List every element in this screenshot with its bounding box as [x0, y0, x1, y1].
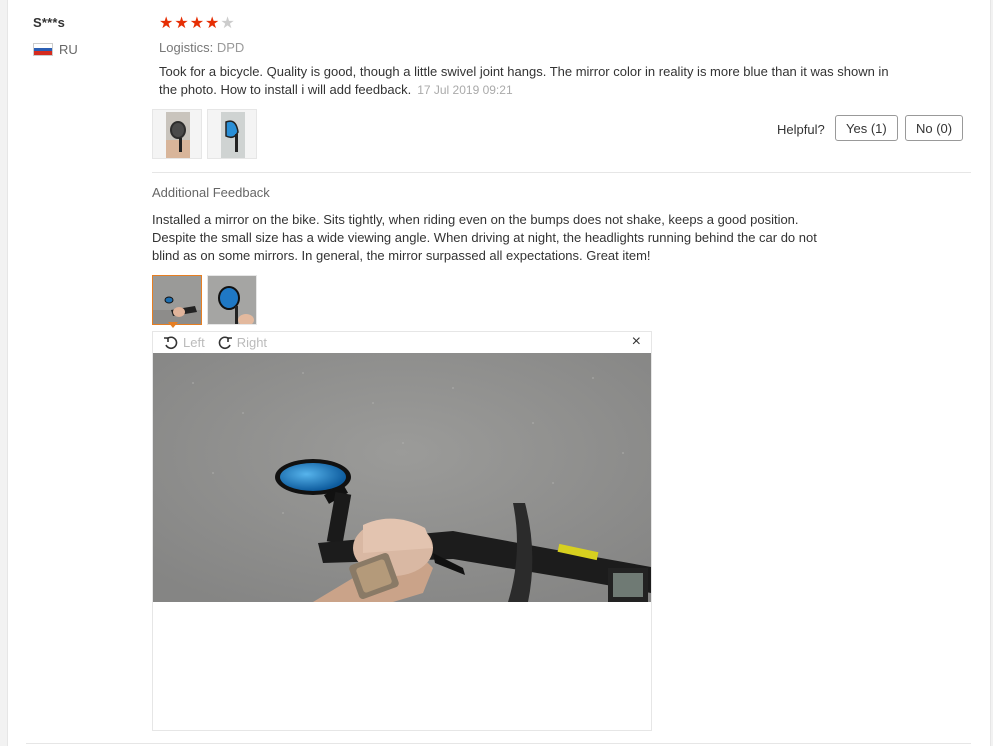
additional-feedback-title: Additional Feedback [152, 185, 270, 200]
star-icon: ★ [205, 15, 220, 32]
rotate-left-icon [164, 336, 178, 349]
rotate-right-label: Right [236, 335, 268, 350]
reviewer-country: RU [33, 42, 78, 57]
review-bottom-divider [26, 743, 971, 744]
close-viewer-button[interactable]: × [632, 334, 641, 350]
divider [152, 172, 971, 173]
review-photo-thumb-2[interactable] [207, 109, 257, 159]
rotate-left-button[interactable]: Left [163, 335, 205, 351]
helpful-label: Helpful? [777, 122, 825, 137]
review-body: Took for a bicycle. Quality is good, tho… [159, 64, 889, 97]
logistics-info: Logistics: DPD [159, 40, 244, 55]
rotate-left-label: Left [183, 335, 205, 350]
review-text: Took for a bicycle. Quality is good, tho… [159, 63, 889, 99]
star-icon: ★ [189, 15, 205, 32]
star-icon: ★ [174, 15, 189, 32]
selected-thumb-caret [168, 322, 178, 328]
review-date: 17 Jul 2019 09:21 [417, 83, 513, 97]
star-rating: ★ ★ ★ ★ ★ [159, 15, 235, 33]
russia-flag-icon [33, 43, 53, 56]
viewer-toolbar: Left Right × [153, 332, 651, 353]
feedback-photo-thumb-1[interactable] [152, 275, 202, 325]
star-empty-icon: ★ [220, 15, 235, 32]
feedback-photo-thumb-2[interactable] [207, 275, 257, 325]
image-viewer: Left Right × [152, 331, 652, 731]
review-photo-thumb-1[interactable] [152, 109, 202, 159]
additional-feedback-text: Installed a mirror on the bike. Sits tig… [152, 212, 817, 263]
helpful-yes-button[interactable]: Yes (1) [835, 115, 898, 141]
rotate-right-icon [218, 336, 232, 349]
rotate-right-button[interactable]: Right [217, 335, 267, 351]
star-icon: ★ [159, 15, 174, 32]
logistics-value: DPD [216, 40, 245, 55]
logistics-label: Logistics: [159, 40, 214, 55]
country-code: RU [59, 42, 78, 57]
viewer-photo [153, 353, 651, 602]
review-card: S***s RU ★ ★ ★ ★ ★ Logistics: DPD Took f… [7, 0, 991, 746]
helpful-no-button[interactable]: No (0) [905, 115, 964, 141]
reviewer-name: S***s [33, 15, 66, 30]
